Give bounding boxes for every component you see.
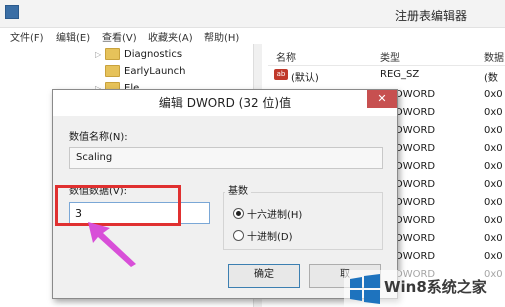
radio-decimal-label: 十进制(D) xyxy=(247,232,293,243)
value-name-label: 数值名称(N): xyxy=(69,132,128,143)
dialog-title: 编辑 DWORD (32 位)值 xyxy=(53,90,397,116)
radio-hex[interactable]: 十六进制(H) xyxy=(233,206,302,221)
value-data: 0x0 xyxy=(484,233,503,244)
folder-icon xyxy=(105,48,120,60)
pointer-arrow-icon xyxy=(88,222,136,267)
menu-edit[interactable]: 编辑(E) xyxy=(56,29,90,44)
value-name-field: Scaling xyxy=(69,147,383,169)
window-title: 注册表编辑器 xyxy=(395,9,468,23)
value-type: REG_SZ xyxy=(380,69,420,80)
tree-item-diagnostics[interactable]: ▷ Diagnostics xyxy=(95,48,182,64)
tree-item-earlylaunch[interactable]: EarlyLaunch xyxy=(95,65,185,81)
menu-help[interactable]: 帮助(H) xyxy=(204,29,239,44)
value-data: 0x0 xyxy=(484,143,503,154)
column-name[interactable]: 名称 xyxy=(276,49,296,64)
chevron-right-icon[interactable]: ▷ xyxy=(95,50,105,59)
menu-file[interactable]: 文件(F) xyxy=(10,29,44,44)
radio-hex-label: 十六进制(H) xyxy=(247,210,303,221)
highlight-box xyxy=(55,185,181,226)
base-label: 基数 xyxy=(225,182,251,197)
value-data: 0x0 xyxy=(484,251,503,262)
radio-selected-icon[interactable] xyxy=(233,208,244,219)
value-data: 0x0 xyxy=(484,215,503,226)
value-name: (默认) xyxy=(291,73,319,84)
value-data: 0x0 xyxy=(484,107,503,118)
arrow-shape xyxy=(88,222,136,267)
close-button[interactable]: ✕ xyxy=(367,90,397,108)
tree-item-label: Diagnostics xyxy=(124,49,183,60)
value-data: 0x0 xyxy=(484,161,503,172)
column-data[interactable]: 数据 xyxy=(484,49,504,64)
registry-app-icon xyxy=(5,5,19,19)
radio-decimal[interactable]: 十进制(D) xyxy=(233,228,293,243)
table-row[interactable]: ab (默认) REG_SZ (数 xyxy=(268,66,505,84)
ok-button[interactable]: 确定 xyxy=(228,264,300,288)
tree-item-label: EarlyLaunch xyxy=(124,66,186,77)
value-data: 0x0 xyxy=(484,125,503,136)
folder-icon xyxy=(105,65,120,77)
edit-dword-dialog: 编辑 DWORD (32 位)值 ✕ 数值名称(N): Scaling 数值数据… xyxy=(52,89,398,299)
menu-favorites[interactable]: 收藏夹(A) xyxy=(148,29,193,44)
close-icon: ✕ xyxy=(377,92,387,105)
value-data: 0x0 xyxy=(484,179,503,190)
menu-view[interactable]: 查看(V) xyxy=(102,29,137,44)
value-data: 0x0 xyxy=(484,197,503,208)
value-data: (数 xyxy=(484,73,498,84)
menu-bar: 文件(F) 编辑(E) 查看(V) 收藏夹(A) 帮助(H) xyxy=(0,28,505,44)
column-type[interactable]: 类型 xyxy=(380,49,400,64)
value-data: 0x0 xyxy=(484,89,503,100)
watermark-text: Win8系统之家 xyxy=(384,278,487,296)
string-value-icon: ab xyxy=(274,69,288,80)
values-header: 名称 类型 数据 xyxy=(268,44,505,66)
radio-unselected-icon[interactable] xyxy=(233,230,244,241)
